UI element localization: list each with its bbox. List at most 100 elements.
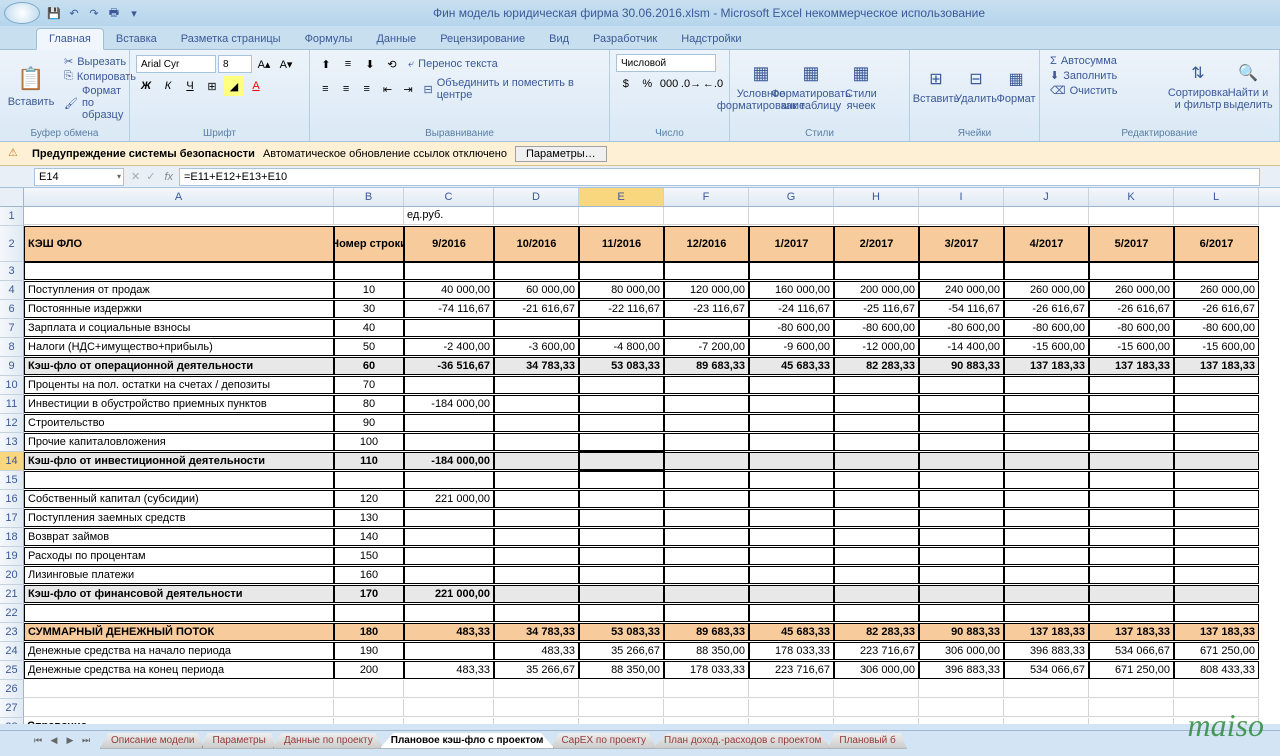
formula-input[interactable]: =E11+E12+E13+E10: [179, 168, 1260, 186]
cell[interactable]: [834, 262, 919, 280]
cell[interactable]: 82 283,33: [834, 357, 919, 375]
cell[interactable]: 10/2016: [494, 226, 579, 262]
cell[interactable]: [664, 395, 749, 413]
cell[interactable]: [749, 262, 834, 280]
cell[interactable]: [334, 680, 404, 698]
ribbon-tab-7[interactable]: Разработчик: [581, 29, 669, 49]
cell[interactable]: [579, 509, 664, 527]
cell[interactable]: [494, 262, 579, 280]
col-header-I[interactable]: I: [919, 188, 1004, 206]
cell[interactable]: -4 800,00: [579, 338, 664, 356]
cell[interactable]: [24, 207, 334, 225]
cell[interactable]: 53 083,33: [579, 623, 664, 641]
cell[interactable]: -15 600,00: [1089, 338, 1174, 356]
cell[interactable]: [334, 699, 404, 717]
align-middle-button[interactable]: ≡: [338, 54, 358, 74]
increase-indent-button[interactable]: ⇥: [399, 79, 418, 99]
ribbon-tab-1[interactable]: Вставка: [104, 29, 169, 49]
cell[interactable]: [919, 262, 1004, 280]
comma-button[interactable]: 000: [659, 74, 679, 94]
fill-color-button[interactable]: ◢: [224, 76, 244, 96]
cell[interactable]: [1004, 433, 1089, 451]
cell[interactable]: Кэш-фло от инвестиционной деятельности: [24, 452, 334, 470]
cell[interactable]: 88 350,00: [579, 661, 664, 679]
cell[interactable]: 88 350,00: [664, 642, 749, 660]
cell[interactable]: [494, 509, 579, 527]
cell[interactable]: [494, 699, 579, 717]
font-size-selector[interactable]: 8: [218, 55, 252, 73]
cell[interactable]: КЭШ ФЛО: [24, 226, 334, 262]
row-header-1[interactable]: 1: [0, 207, 24, 226]
cell[interactable]: -9 600,00: [749, 338, 834, 356]
cell[interactable]: 483,33: [494, 642, 579, 660]
cell[interactable]: [834, 376, 919, 394]
cell[interactable]: Справочно: [24, 718, 334, 724]
cell[interactable]: -184 000,00: [404, 452, 494, 470]
cell[interactable]: [334, 471, 404, 489]
cell[interactable]: [1004, 452, 1089, 470]
security-options-button[interactable]: Параметры…: [515, 146, 607, 162]
cell[interactable]: [579, 566, 664, 584]
cell[interactable]: [664, 547, 749, 565]
cell[interactable]: [1174, 547, 1259, 565]
cell[interactable]: 671 250,00: [1089, 661, 1174, 679]
row-header-3[interactable]: 3: [0, 262, 24, 281]
cell[interactable]: [24, 680, 334, 698]
cell[interactable]: [1174, 376, 1259, 394]
cell[interactable]: Собственный капитал (субсидии): [24, 490, 334, 508]
cell[interactable]: Кэш-фло от финансовой деятельности: [24, 585, 334, 603]
cell[interactable]: [1004, 376, 1089, 394]
cell[interactable]: [664, 207, 749, 225]
cell[interactable]: 534 066,67: [1004, 661, 1089, 679]
row-header-18[interactable]: 18: [0, 528, 24, 547]
cancel-formula-icon[interactable]: ✕: [128, 170, 143, 183]
cell[interactable]: 3/2017: [919, 226, 1004, 262]
cell[interactable]: 12/2016: [664, 226, 749, 262]
cell[interactable]: [579, 471, 664, 489]
cell[interactable]: -36 516,67: [404, 357, 494, 375]
cell[interactable]: 40: [334, 319, 404, 337]
cell[interactable]: Возврат займов: [24, 528, 334, 546]
cell[interactable]: 4/2017: [1004, 226, 1089, 262]
cell[interactable]: [1089, 566, 1174, 584]
cell[interactable]: [834, 547, 919, 565]
cell[interactable]: -2 400,00: [404, 338, 494, 356]
cell[interactable]: [1174, 262, 1259, 280]
cell[interactable]: [1004, 414, 1089, 432]
cell[interactable]: 90: [334, 414, 404, 432]
cell[interactable]: [749, 528, 834, 546]
cell[interactable]: [919, 566, 1004, 584]
cell[interactable]: 50: [334, 338, 404, 356]
cell[interactable]: Расходы по процентам: [24, 547, 334, 565]
cell[interactable]: [749, 452, 834, 470]
cell[interactable]: [834, 680, 919, 698]
row-header-16[interactable]: 16: [0, 490, 24, 509]
cell[interactable]: [1089, 452, 1174, 470]
cell[interactable]: [664, 699, 749, 717]
cell[interactable]: 137 183,33: [1004, 623, 1089, 641]
cell[interactable]: -184 000,00: [404, 395, 494, 413]
cell[interactable]: [579, 528, 664, 546]
cell[interactable]: 120: [334, 490, 404, 508]
row-header-17[interactable]: 17: [0, 509, 24, 528]
cell[interactable]: 70: [334, 376, 404, 394]
tab-next-icon[interactable]: ▶: [62, 735, 78, 746]
number-format-selector[interactable]: Числовой: [616, 54, 716, 72]
cell[interactable]: -80 600,00: [919, 319, 1004, 337]
cell[interactable]: [834, 699, 919, 717]
align-top-button[interactable]: ⬆: [316, 54, 336, 74]
cell[interactable]: [334, 718, 404, 724]
cell[interactable]: -80 600,00: [1004, 319, 1089, 337]
cell[interactable]: [664, 528, 749, 546]
italic-button[interactable]: К: [158, 76, 178, 96]
cell[interactable]: [1004, 718, 1089, 724]
cell[interactable]: 396 883,33: [919, 661, 1004, 679]
cell[interactable]: [494, 490, 579, 508]
orientation-button[interactable]: ⟲: [382, 54, 402, 74]
cut-button[interactable]: ✂Вырезать: [60, 54, 130, 69]
cell[interactable]: 160 000,00: [749, 281, 834, 299]
sheet-tab-4[interactable]: CapEX по проекту: [550, 733, 657, 749]
cell[interactable]: [1089, 528, 1174, 546]
cell[interactable]: [494, 528, 579, 546]
cell[interactable]: [749, 395, 834, 413]
